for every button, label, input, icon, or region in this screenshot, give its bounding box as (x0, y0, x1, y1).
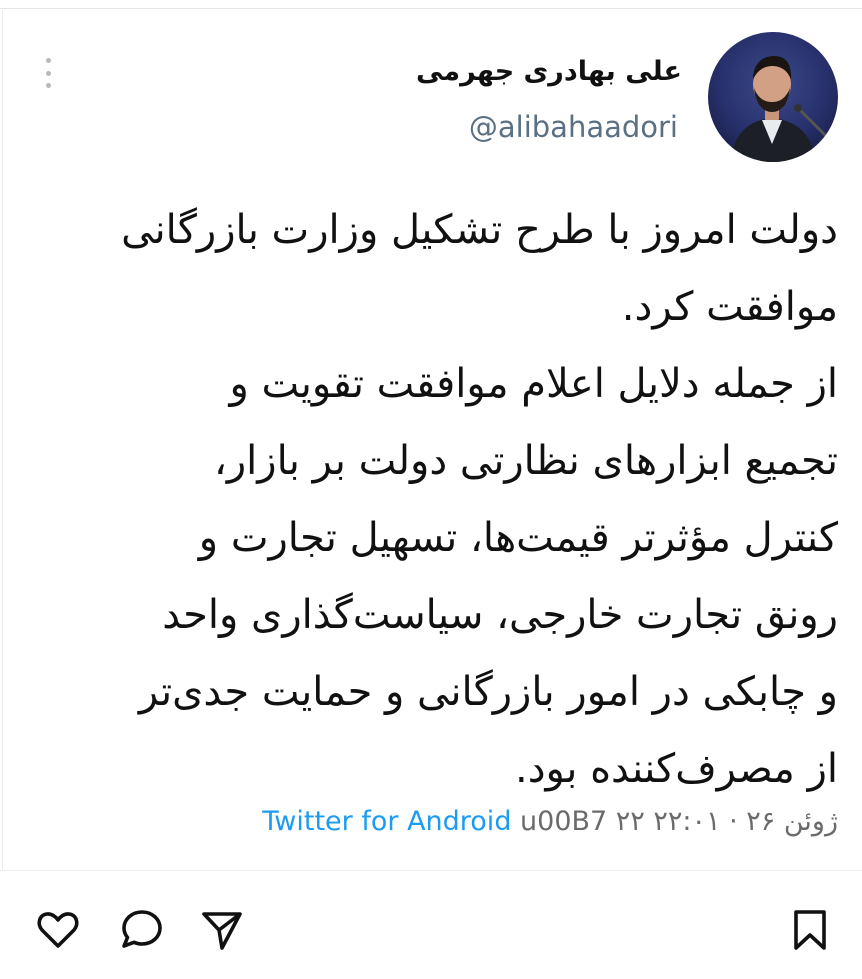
bottom-divider (0, 870, 862, 871)
dot (45, 83, 51, 88)
tweet-meta: Twitter for Android u00B7 ۲۲ ژوئن ۲۶ · ۲… (262, 806, 838, 837)
tweet-line: از مصرف‌کننده بود. (515, 746, 838, 792)
tweet-line: و چابکی در امور بازرگانی و حمایت جدی‌تر (138, 669, 838, 715)
avatar-photo (708, 32, 838, 162)
tweet-line: کنترل مؤثرتر قیمت‌ها، تسهیل تجارت و (198, 515, 838, 561)
more-options-icon[interactable] (40, 58, 56, 88)
left-border (2, 8, 3, 870)
tweet-line: رونق تجارت خارجی، سیاست‌گذاری واحد (162, 592, 838, 638)
send-icon[interactable] (198, 906, 246, 954)
author-handle[interactable]: @alibahaadori (469, 110, 678, 144)
tweet-card: علی بهادری جهرمی @alibahaadori دولت امرو… (0, 0, 862, 871)
tweet-line: موافقت کرد. (621, 284, 838, 330)
tweet-timestamp: u00B7 ۲۲ ژوئن ۲۶ · ۲۲:۰۱ (520, 806, 838, 837)
comment-icon[interactable] (118, 906, 166, 954)
top-divider (0, 8, 862, 9)
tweet-line: تجمیع ابزارهای نظارتی دولت بر بازار، (213, 438, 838, 484)
avatar[interactable] (708, 32, 838, 162)
tweet-line: از جمله دلایل اعلام موافقت تقویت و (229, 361, 838, 407)
tweet-text: دولت امروز با طرح تشکیل وزارت بازرگانی م… (24, 192, 838, 808)
tweet-line: دولت امروز با طرح تشکیل وزارت بازرگانی (121, 207, 838, 253)
dot (45, 70, 51, 76)
bookmark-icon[interactable] (786, 906, 834, 954)
heart-icon[interactable] (34, 906, 82, 954)
dot (45, 58, 51, 63)
tweet-source-link[interactable]: Twitter for Android (262, 806, 511, 837)
action-bar (0, 906, 862, 966)
author-name[interactable]: علی بهادری جهرمی (416, 56, 682, 87)
